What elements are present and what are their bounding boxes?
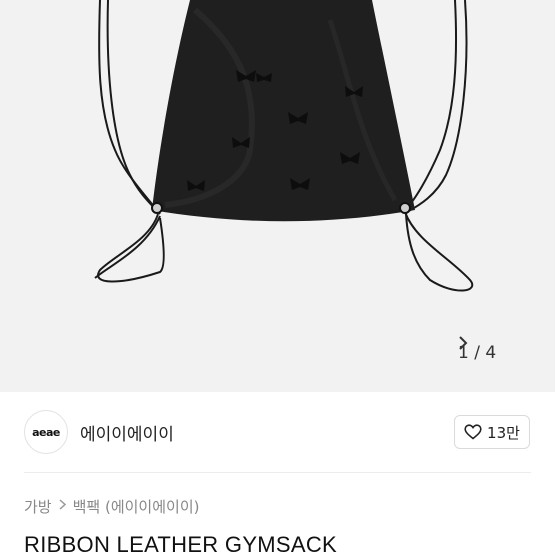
seller-row[interactable]: aeae 에이이에이이 13만 bbox=[0, 392, 555, 472]
breadcrumb: 가방 백팩 (에이이에이이) bbox=[24, 496, 199, 517]
product-page: 1 / 4 aeae 에이이에이이 13만 가방 백팩 (에이이에이이) RIB… bbox=[0, 0, 555, 555]
breadcrumb-item-category[interactable]: 가방 bbox=[24, 496, 52, 517]
heart-outline-icon bbox=[464, 424, 482, 440]
product-image-carousel[interactable]: 1 / 4 bbox=[0, 0, 555, 392]
divider bbox=[24, 472, 531, 473]
seller-logo[interactable]: aeae bbox=[24, 410, 68, 454]
like-button[interactable]: 13만 bbox=[454, 415, 530, 449]
seller-name[interactable]: 에이이에이이 bbox=[80, 420, 174, 445]
product-image bbox=[94, 0, 474, 292]
product-title: RIBBON LEATHER GYMSACK bbox=[24, 532, 338, 555]
breadcrumb-item-subcategory[interactable]: 백팩 (에이이에이이) bbox=[73, 496, 200, 517]
chevron-right-icon bbox=[59, 499, 66, 514]
like-count: 13만 bbox=[487, 423, 520, 442]
image-pager[interactable]: 1 / 4 bbox=[458, 336, 530, 370]
seller-logo-text: aeae bbox=[32, 425, 60, 439]
